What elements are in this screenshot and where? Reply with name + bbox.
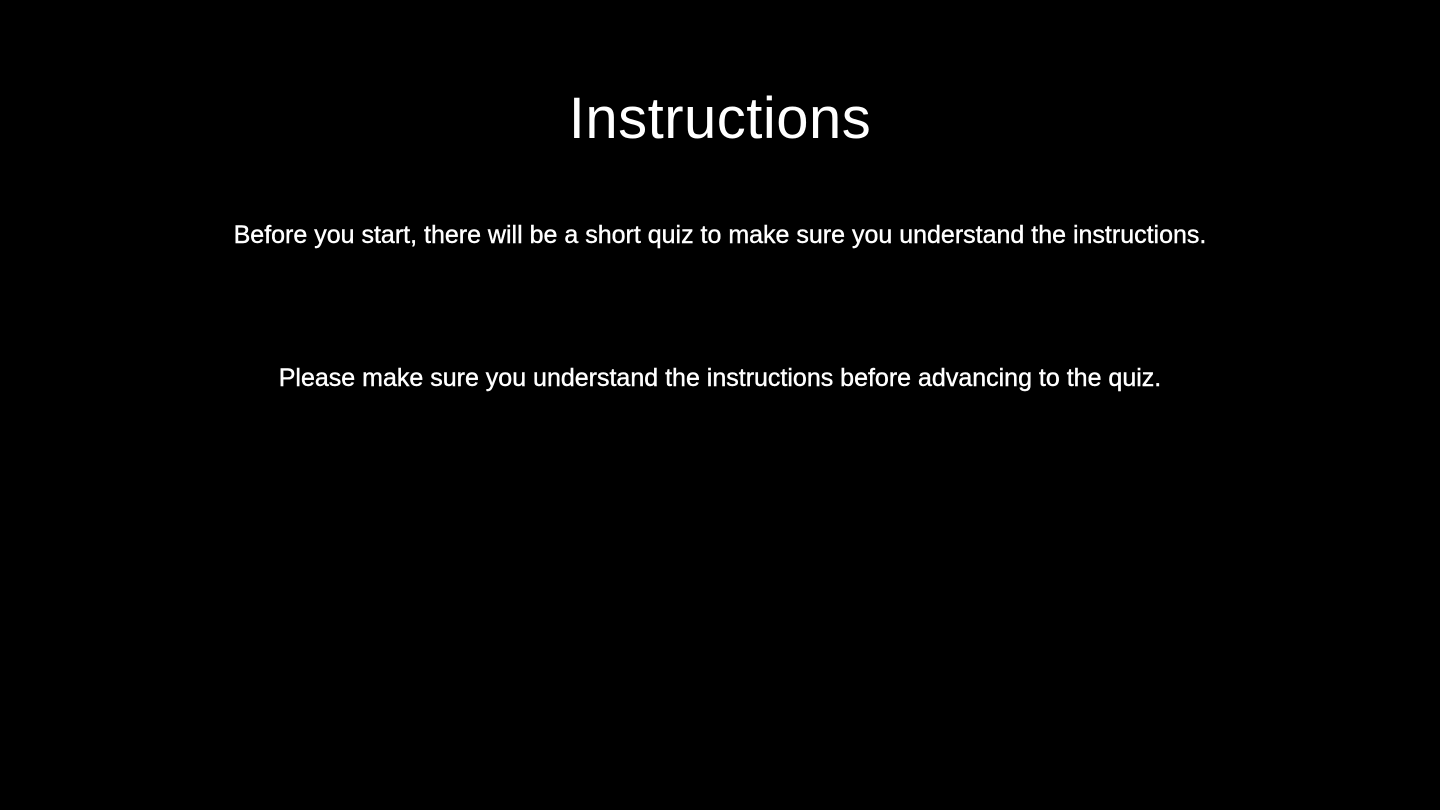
slide-title: Instructions bbox=[568, 86, 872, 151]
instructions-slide: Instructions Before you start, there wil… bbox=[0, 0, 1440, 810]
quiz-notice-text: Before you start, there will be a short … bbox=[233, 221, 1207, 249]
understand-instructions-text: Please make sure you understand the inst… bbox=[278, 364, 1162, 392]
